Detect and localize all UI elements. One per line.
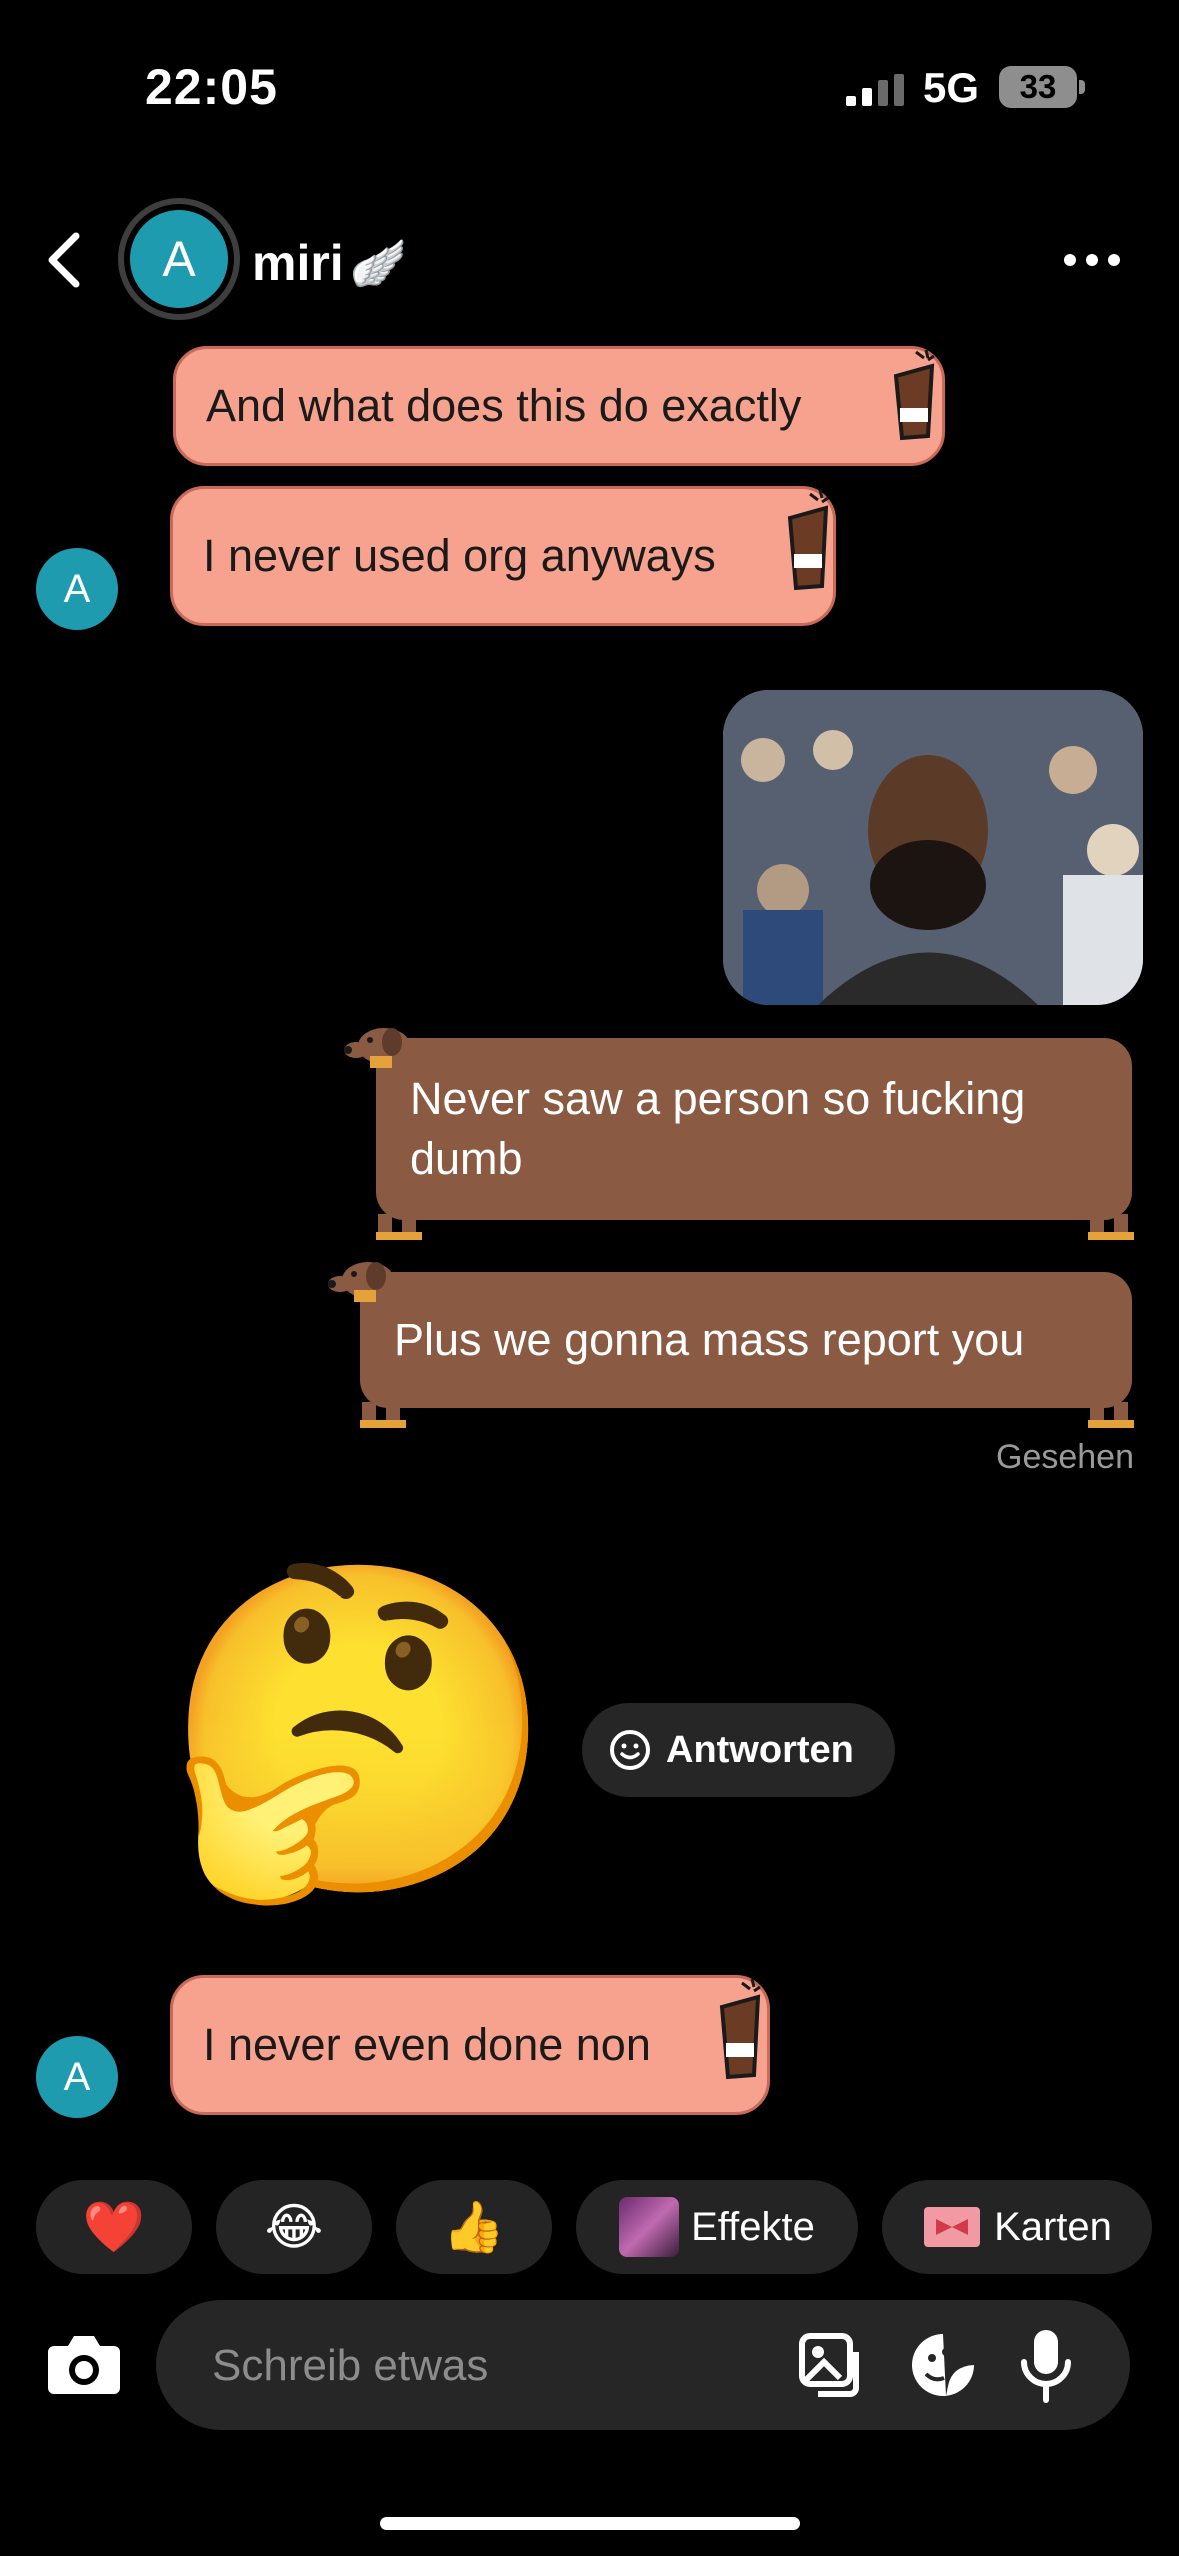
message-bubble-received[interactable]: I never even done non — [170, 1975, 770, 2115]
sent-photo[interactable] — [723, 690, 1143, 1005]
contact-name[interactable]: miri 🪽 — [252, 234, 407, 292]
thumbs-up-reaction-button[interactable]: 👍 — [396, 2180, 552, 2274]
gift-card-icon — [924, 2207, 981, 2247]
photo-content — [723, 690, 1143, 1005]
home-indicator — [380, 2517, 800, 2530]
reply-label: Antworten — [666, 1728, 854, 1771]
seen-status: Gesehen — [996, 1438, 1134, 1476]
more-options-icon[interactable] — [1062, 248, 1122, 272]
network-type: 5G — [923, 64, 980, 111]
battery-level: 33 — [1019, 68, 1057, 105]
heart-reaction-button[interactable]: ❤️ — [36, 2180, 192, 2274]
sender-avatar[interactable]: A — [36, 2036, 118, 2118]
battery-tip — [1079, 80, 1085, 94]
gallery-icon[interactable] — [796, 2330, 866, 2400]
message-bubble-received[interactable]: I never used org anyways — [170, 486, 836, 626]
thumbs-up-icon: 👍 — [442, 2198, 506, 2255]
heart-icon: ❤️ — [82, 2198, 146, 2255]
dog-head-sticker-icon — [328, 1262, 394, 1302]
message-text: I never used org anyways — [203, 530, 716, 581]
message-text: And what does this do exactly — [206, 380, 802, 431]
message-bubble-sent[interactable]: Never saw a person so fucking dumb — [376, 1038, 1132, 1220]
avatar-letter: A — [130, 210, 228, 308]
effects-thumbnail-icon — [619, 2197, 680, 2257]
back-chevron-icon[interactable] — [40, 230, 90, 290]
battery-icon: 33 — [999, 66, 1077, 108]
dog-legs-icon — [1088, 1402, 1134, 1428]
laugh-reaction-button[interactable]: 😂 — [216, 2180, 372, 2274]
cards-label: Karten — [994, 2204, 1112, 2249]
dog-head-sticker-icon — [344, 1028, 410, 1068]
message-bubble-received[interactable]: And what does this do exactly — [173, 346, 945, 466]
cup-sticker-icon — [893, 349, 935, 441]
dog-legs-icon — [1088, 1214, 1134, 1240]
message-input[interactable] — [210, 2330, 774, 2402]
message-text: I never even done non — [203, 2019, 651, 2070]
dog-legs-icon — [376, 1214, 422, 1240]
message-text: Never saw a person so fucking dumb — [410, 1073, 1026, 1184]
reply-button[interactable]: Antworten — [582, 1703, 895, 1797]
sticker-icon[interactable] — [908, 2330, 978, 2400]
cup-sticker-icon — [787, 489, 829, 591]
cards-button[interactable]: Karten — [882, 2180, 1152, 2274]
wing-emoji: 🪽 — [349, 236, 407, 289]
cup-sticker-icon — [719, 1978, 761, 2080]
laughing-emoji-icon: 😂 — [264, 2199, 324, 2255]
message-bubble-sent[interactable]: Plus we gonna mass report you — [360, 1272, 1132, 1408]
thinking-emoji-message[interactable]: 🤔 — [160, 1520, 558, 1940]
contact-avatar[interactable]: A — [118, 198, 240, 320]
dog-legs-icon — [360, 1402, 406, 1428]
message-composer[interactable] — [156, 2300, 1130, 2430]
sender-avatar[interactable]: A — [36, 548, 118, 630]
effects-button[interactable]: Effekte — [576, 2180, 858, 2274]
camera-icon[interactable] — [44, 2328, 124, 2398]
effects-label: Effekte — [691, 2204, 815, 2249]
microphone-icon[interactable] — [1018, 2326, 1074, 2404]
signal-icon — [846, 74, 904, 106]
smiley-icon — [610, 1730, 650, 1770]
message-text: Plus we gonna mass report you — [394, 1314, 1025, 1365]
contact-name-text: miri — [252, 235, 344, 291]
status-time: 22:05 — [145, 59, 278, 115]
